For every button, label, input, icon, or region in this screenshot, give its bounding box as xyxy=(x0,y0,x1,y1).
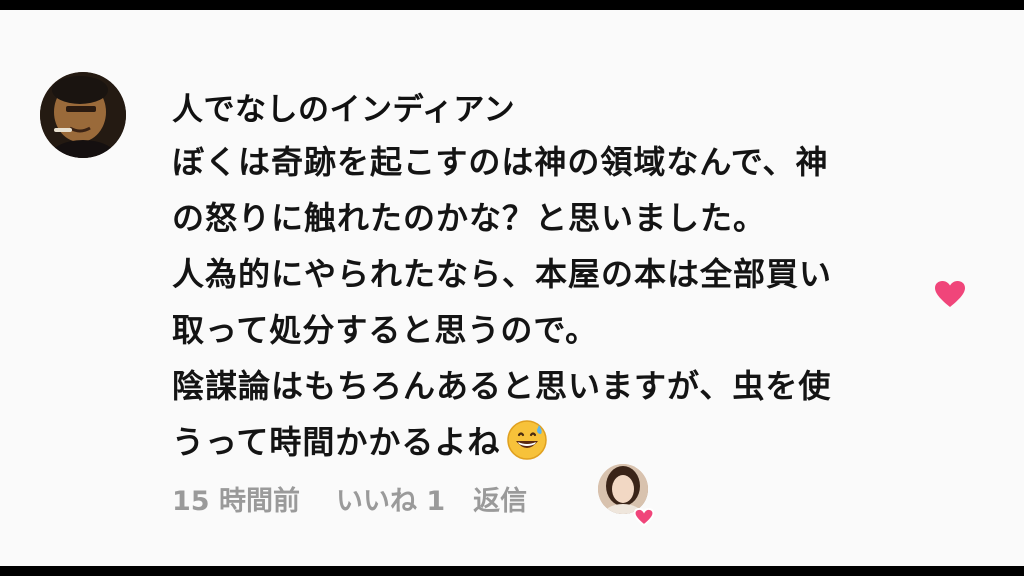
comment-line: 陰謀論はもちろんあると思いますが、虫を使 xyxy=(172,367,832,405)
heart-icon[interactable] xyxy=(934,280,966,308)
user-avatar[interactable] xyxy=(40,72,126,158)
comment-panel: 人でなしのインディアン ぼくは奇跡を起こすのは神の領域なんで、神 の怒りに触れた… xyxy=(0,10,1024,566)
comment-timestamp: 15 時間前 xyxy=(172,485,300,517)
user-avatar-image xyxy=(40,72,126,158)
creator-liked-avatar xyxy=(598,464,648,514)
comment-text: ぼくは奇跡を起こすのは神の領域なんで、神 の怒りに触れたのかな？と思いました。 … xyxy=(172,134,932,478)
comment-username[interactable]: 人でなしのインディアン xyxy=(172,84,515,129)
comment-line: ぼくは奇跡を起こすのは神の領域なんで、神 xyxy=(172,143,829,181)
comment-line-text: うって時間かかるよね xyxy=(172,423,501,461)
creator-heart-icon xyxy=(633,507,655,527)
comment-line: 人為的にやられたなら、本屋の本は全部買い xyxy=(172,255,833,293)
creator-avatar-image xyxy=(598,464,648,514)
comment-meta: 15 時間前 いいね 1 返信 xyxy=(172,479,527,518)
grinning-face-with-sweat-icon xyxy=(506,419,548,478)
comment-line: の怒りに触れたのかな？と思いました。 xyxy=(172,199,767,237)
comment-line: 取って処分すると思うので。 xyxy=(172,311,599,349)
reply-button[interactable]: 返信 xyxy=(473,479,527,518)
comment-line-last: うって時間かかるよね xyxy=(172,414,932,478)
like-count: いいね 1 xyxy=(335,485,446,517)
